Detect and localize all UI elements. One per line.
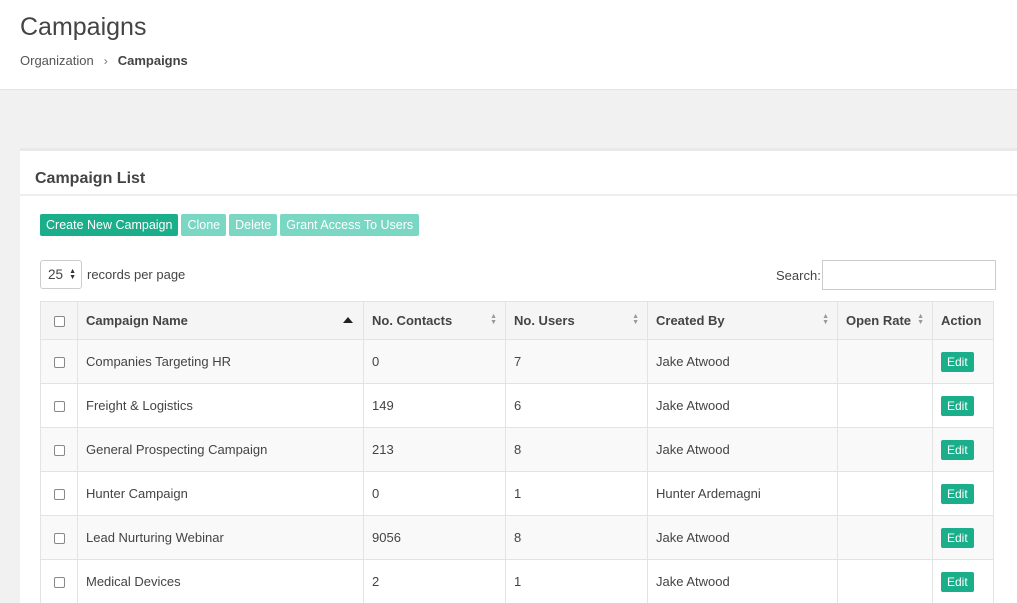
table-row: General Prospecting Campaign 213 8 Jake … xyxy=(40,427,994,472)
page-length-control: 25 ▲ ▼ records per page xyxy=(40,260,185,289)
created-by-cell: Jake Atwood xyxy=(647,339,838,384)
column-header-campaign-name[interactable]: Campaign Name xyxy=(77,301,364,340)
edit-button[interactable]: Edit xyxy=(941,527,974,548)
sort-both-icon: ▲ ▼ xyxy=(632,313,639,326)
search-control: Search: xyxy=(776,260,996,290)
users-cell: 8 xyxy=(505,427,648,472)
sort-both-icon: ▲ ▼ xyxy=(917,313,924,326)
campaign-name-cell: Hunter Campaign xyxy=(77,471,364,516)
row-checkbox[interactable] xyxy=(53,401,65,413)
open-rate-cell xyxy=(837,339,933,384)
panel-title: Campaign List xyxy=(35,170,146,187)
edit-button[interactable]: Edit xyxy=(941,351,974,372)
campaign-name-cell: Lead Nurturing Webinar xyxy=(77,515,364,560)
users-cell: 8 xyxy=(505,515,648,560)
column-header-no-users[interactable]: No. Users ▲ ▼ xyxy=(505,301,648,340)
table-row: Medical Devices 2 1 Jake Atwood Edit xyxy=(40,559,994,603)
open-rate-cell xyxy=(837,559,933,603)
edit-button[interactable]: Edit xyxy=(941,439,974,460)
column-header-created-by[interactable]: Created By ▲ ▼ xyxy=(647,301,838,340)
select-arrows-icon: ▲ ▼ xyxy=(69,268,76,281)
open-rate-cell xyxy=(837,383,933,428)
clone-button[interactable]: Clone xyxy=(181,214,227,236)
grant-access-button[interactable]: Grant Access To Users xyxy=(280,214,420,236)
column-header-action: Action xyxy=(932,301,994,340)
table-row: Companies Targeting HR 0 7 Jake Atwood E… xyxy=(40,339,994,384)
users-cell: 1 xyxy=(505,471,648,516)
open-rate-cell xyxy=(837,515,933,560)
row-checkbox[interactable] xyxy=(53,577,65,589)
users-cell: 1 xyxy=(505,559,648,603)
contacts-cell: 0 xyxy=(363,471,506,516)
open-rate-cell xyxy=(837,471,933,516)
campaign-list-panel: Campaign List Create New Campaign Clone … xyxy=(20,148,1017,603)
create-campaign-button[interactable]: Create New Campaign xyxy=(40,214,179,236)
created-by-cell: Jake Atwood xyxy=(647,383,838,428)
contacts-cell: 9056 xyxy=(363,515,506,560)
edit-button[interactable]: Edit xyxy=(941,395,974,416)
campaign-name-cell: Freight & Logistics xyxy=(77,383,364,428)
table-header-row: Campaign Name No. Contacts ▲ ▼ No. Users ▲ ▼… xyxy=(40,301,994,340)
column-header-no-contacts[interactable]: No. Contacts ▲ ▼ xyxy=(363,301,506,340)
row-checkbox[interactable] xyxy=(53,357,65,369)
search-label: Search: xyxy=(776,267,821,283)
campaign-table: Campaign Name No. Contacts ▲ ▼ No. Users ▲ ▼… xyxy=(40,301,994,603)
breadcrumb: Organization › Campaigns xyxy=(20,53,188,68)
sort-both-icon: ▲ ▼ xyxy=(490,313,497,326)
row-checkbox[interactable] xyxy=(53,533,65,545)
page-header: Campaigns Organization › Campaigns xyxy=(0,0,1017,90)
panel-heading: Campaign List xyxy=(20,151,1017,196)
column-header-open-rate[interactable]: Open Rate ▲ ▼ xyxy=(837,301,933,340)
select-all-cell xyxy=(40,301,78,340)
created-by-cell: Jake Atwood xyxy=(647,515,838,560)
sort-ascending-icon xyxy=(343,317,353,323)
table-row: Hunter Campaign 0 1 Hunter Ardemagni Edi… xyxy=(40,471,994,516)
row-checkbox[interactable] xyxy=(53,445,65,457)
campaign-name-cell: Medical Devices xyxy=(77,559,364,603)
contacts-cell: 149 xyxy=(363,383,506,428)
page-length-select[interactable]: 25 ▲ ▼ xyxy=(40,260,82,289)
breadcrumb-item-organization[interactable]: Organization xyxy=(20,53,94,68)
breadcrumb-item-campaigns: Campaigns xyxy=(117,53,188,68)
open-rate-cell xyxy=(837,427,933,472)
table-row: Lead Nurturing Webinar 9056 8 Jake Atwoo… xyxy=(40,515,994,560)
row-checkbox[interactable] xyxy=(53,489,65,501)
campaign-name-cell: Companies Targeting HR xyxy=(77,339,364,384)
contacts-cell: 213 xyxy=(363,427,506,472)
created-by-cell: Hunter Ardemagni xyxy=(647,471,838,516)
toolbar: Create New Campaign Clone Delete Grant A… xyxy=(40,214,420,236)
campaign-name-cell: General Prospecting Campaign xyxy=(77,427,364,472)
created-by-cell: Jake Atwood xyxy=(647,559,838,603)
search-input[interactable] xyxy=(821,260,996,290)
users-cell: 6 xyxy=(505,383,648,428)
edit-button[interactable]: Edit xyxy=(941,483,974,504)
page-length-value: 25 xyxy=(48,267,64,282)
select-all-checkbox[interactable] xyxy=(53,316,65,328)
chevron-right-icon: › xyxy=(103,53,108,68)
page-title: Campaigns xyxy=(20,13,147,41)
delete-button[interactable]: Delete xyxy=(229,214,278,236)
sort-both-icon: ▲ ▼ xyxy=(822,313,829,326)
users-cell: 7 xyxy=(505,339,648,384)
page-length-label: records per page xyxy=(87,267,186,282)
contacts-cell: 0 xyxy=(363,339,506,384)
contacts-cell: 2 xyxy=(363,559,506,603)
edit-button[interactable]: Edit xyxy=(941,571,974,592)
table-row: Freight & Logistics 149 6 Jake Atwood Ed… xyxy=(40,383,994,428)
created-by-cell: Jake Atwood xyxy=(647,427,838,472)
